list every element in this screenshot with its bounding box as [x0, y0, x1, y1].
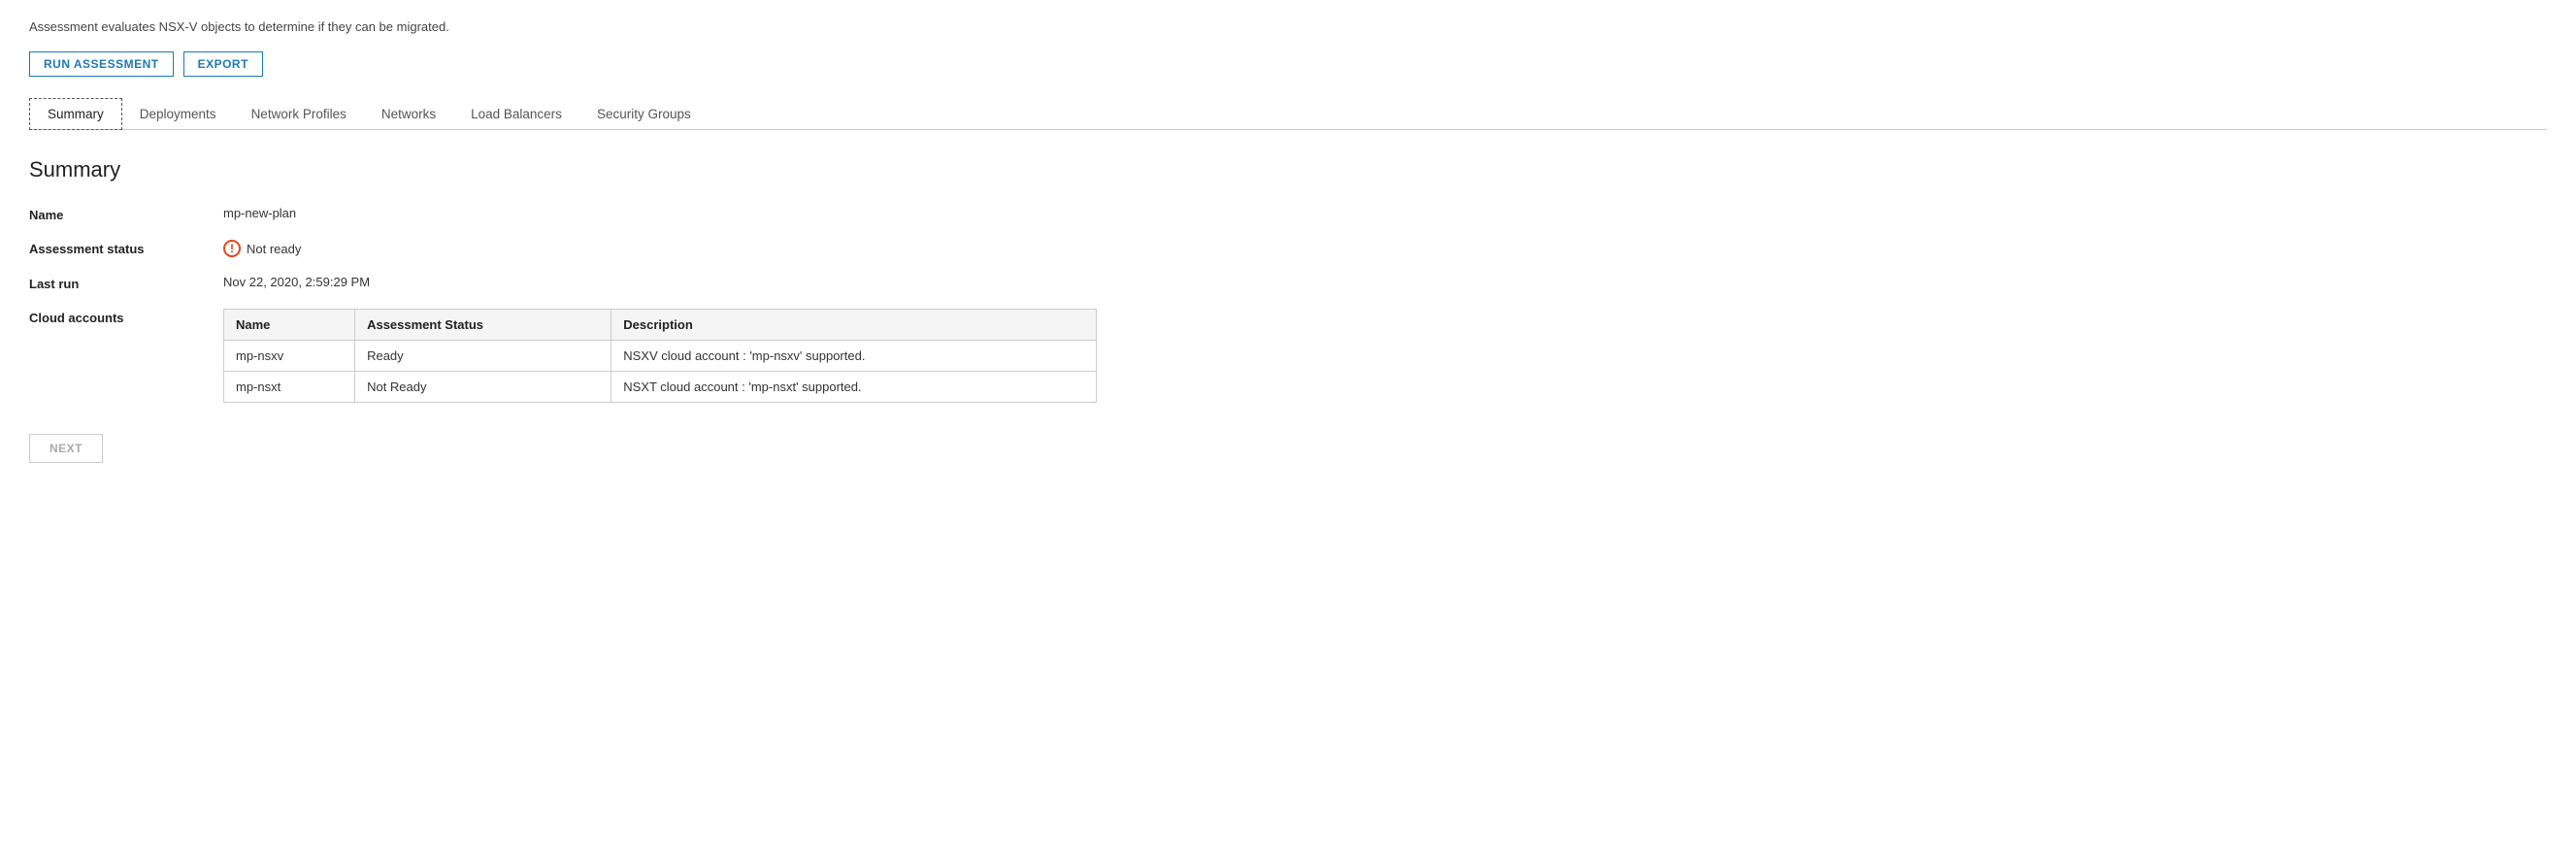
status-text: Not ready [247, 242, 301, 256]
table-cell: NSXV cloud account : 'mp-nsxv' supported… [611, 341, 1097, 372]
tabs-nav: SummaryDeploymentsNetwork ProfilesNetwor… [29, 98, 2547, 130]
table-cell: NSXT cloud account : 'mp-nsxt' supported… [611, 372, 1097, 403]
section-title: Summary [29, 157, 2547, 182]
table-body: mp-nsxvReadyNSXV cloud account : 'mp-nsx… [224, 341, 1097, 403]
tab-security-groups[interactable]: Security Groups [579, 98, 709, 129]
warning-icon: ! [223, 240, 241, 257]
table-row: mp-nsxtNot ReadyNSXT cloud account : 'mp… [224, 372, 1097, 403]
cloud-accounts-label: Cloud accounts [29, 309, 223, 403]
cloud-accounts-table: NameAssessment StatusDescription mp-nsxv… [223, 309, 1097, 403]
table-column-header: Name [224, 310, 355, 341]
export-button[interactable]: EXPORT [183, 51, 263, 77]
toolbar: RUN ASSESSMENT EXPORT [29, 51, 2547, 77]
name-value: mp-new-plan [223, 206, 2547, 222]
page-description: Assessment evaluates NSX-V objects to de… [29, 19, 2547, 34]
table-row: mp-nsxvReadyNSXV cloud account : 'mp-nsx… [224, 341, 1097, 372]
tab-deployments[interactable]: Deployments [122, 98, 234, 129]
next-button[interactable]: NEXT [29, 434, 103, 463]
last-run-label: Last run [29, 275, 223, 291]
cloud-accounts-table-wrapper: NameAssessment StatusDescription mp-nsxv… [223, 309, 2547, 403]
tab-network-profiles[interactable]: Network Profiles [234, 98, 364, 129]
table-column-header: Assessment Status [355, 310, 611, 341]
next-button-area: NEXT [29, 434, 2547, 463]
table-cell: Not Ready [355, 372, 611, 403]
table-header-row: NameAssessment StatusDescription [224, 310, 1097, 341]
info-grid: Name mp-new-plan Assessment status ! Not… [29, 206, 2547, 403]
tab-load-balancers[interactable]: Load Balancers [453, 98, 579, 129]
status-label: Assessment status [29, 240, 223, 257]
last-run-value: Nov 22, 2020, 2:59:29 PM [223, 275, 2547, 291]
tab-networks[interactable]: Networks [364, 98, 453, 129]
table-cell: Ready [355, 341, 611, 372]
table-cell: mp-nsxv [224, 341, 355, 372]
tab-summary[interactable]: Summary [29, 98, 122, 130]
run-assessment-button[interactable]: RUN ASSESSMENT [29, 51, 174, 77]
table-column-header: Description [611, 310, 1097, 341]
table-cell: mp-nsxt [224, 372, 355, 403]
name-label: Name [29, 206, 223, 222]
status-value: ! Not ready [223, 240, 2547, 257]
